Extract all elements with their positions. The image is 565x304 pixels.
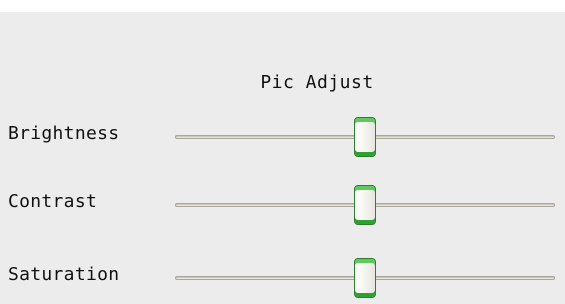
contrast-slider-thumb[interactable]: [354, 185, 376, 225]
saturation-row: Saturation: [0, 256, 565, 298]
panel-title: Pic Adjust: [260, 72, 374, 93]
contrast-row: Contrast: [0, 183, 565, 225]
saturation-slider-thumb[interactable]: [354, 258, 376, 298]
brightness-label: Brightness: [8, 123, 120, 144]
pic-adjust-panel: Pic Adjust Brightness Contrast Saturatio…: [0, 12, 565, 304]
brightness-row: Brightness: [0, 115, 565, 157]
contrast-label: Contrast: [8, 191, 98, 212]
saturation-label: Saturation: [8, 264, 120, 285]
brightness-slider-thumb[interactable]: [354, 117, 376, 157]
